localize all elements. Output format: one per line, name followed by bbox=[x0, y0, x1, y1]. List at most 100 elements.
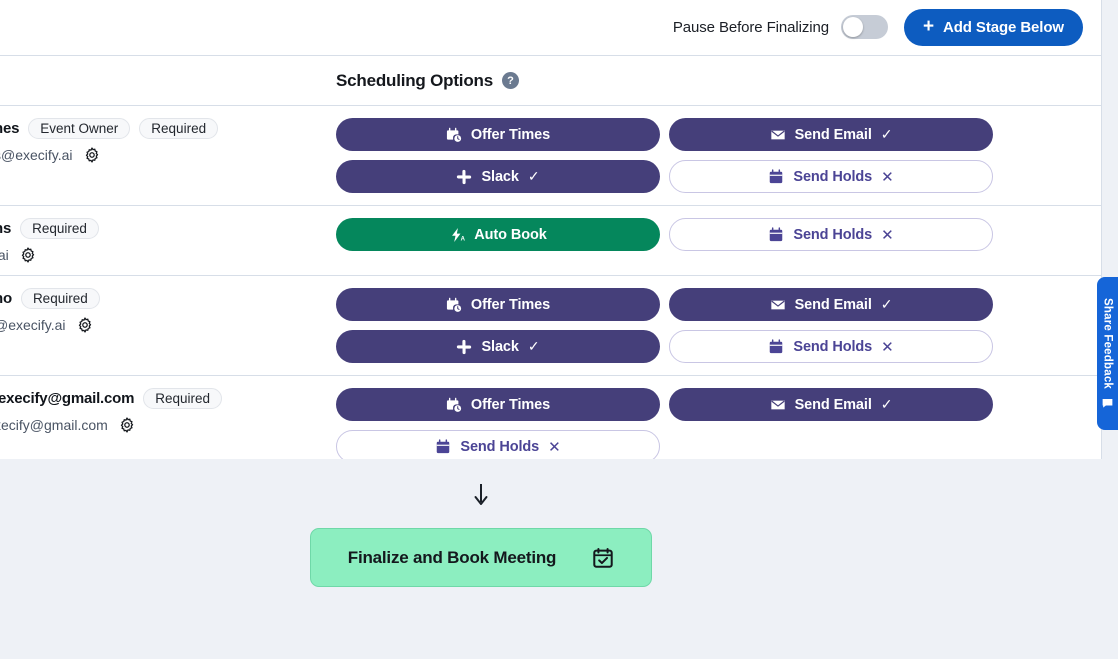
attendee-actions: A Auto Book Send Holds ✕ bbox=[336, 218, 1101, 251]
attendee-actions: Offer Times Slack ✓ Send Email ✓ Send Holds ✕ bbox=[336, 288, 1101, 363]
envelope-icon bbox=[770, 300, 785, 309]
auto-book-bolt-icon: A bbox=[452, 227, 465, 242]
attendee-name: .execify@gmail.com bbox=[0, 390, 135, 407]
attendee-email: .ai bbox=[0, 247, 9, 263]
action-button-auto-book[interactable]: A Auto Book bbox=[336, 218, 660, 251]
action-button-offer-times[interactable]: Offer Times bbox=[336, 388, 660, 421]
calendar-icon bbox=[437, 438, 450, 453]
attendee-row: ns Required .ai A Auto Book Send Holds ✕ bbox=[0, 206, 1101, 276]
actions-column-left: A Auto Book bbox=[336, 218, 660, 251]
attendee-tag: Required bbox=[139, 118, 219, 139]
slack-icon bbox=[457, 169, 472, 184]
scheduling-options-header: Scheduling Options ? bbox=[0, 56, 1101, 106]
calendar-clock-icon bbox=[446, 397, 462, 412]
actions-column-left: Offer Times Send Holds ✕ bbox=[336, 388, 660, 463]
close-icon: ✕ bbox=[548, 438, 561, 456]
attendee-email: @execify.ai bbox=[0, 317, 66, 333]
action-button-send-holds[interactable]: Send Holds ✕ bbox=[669, 330, 993, 363]
attendee-tag: Required bbox=[20, 288, 100, 309]
check-icon: ✓ bbox=[880, 126, 893, 142]
speech-bubble-icon bbox=[1102, 398, 1113, 408]
action-button-label: Offer Times bbox=[470, 126, 551, 143]
attendee-rows: hes Event Owner Required s@execify.ai Offer … bbox=[0, 106, 1101, 476]
attendee-email: s@execify.ai bbox=[0, 147, 73, 163]
action-button-label: Send Holds bbox=[460, 438, 540, 455]
close-icon: ✕ bbox=[881, 168, 894, 186]
down-arrow-icon bbox=[474, 484, 488, 505]
action-button-label: Send Holds bbox=[793, 168, 873, 185]
action-button-send-holds[interactable]: Send Holds ✕ bbox=[669, 218, 993, 251]
close-icon: ✕ bbox=[881, 226, 894, 244]
action-button-send-email[interactable]: Send Email ✓ bbox=[669, 288, 993, 321]
slack-icon bbox=[457, 339, 472, 354]
action-button-slack[interactable]: Slack ✓ bbox=[336, 330, 660, 363]
actions-column-left: Offer Times Slack ✓ bbox=[336, 288, 660, 363]
pause-before-finalizing-toggle[interactable] bbox=[840, 15, 888, 39]
calendar-icon bbox=[770, 226, 783, 241]
envelope-icon bbox=[770, 130, 785, 139]
action-button-slack[interactable]: Slack ✓ bbox=[336, 160, 660, 193]
action-button-send-holds[interactable]: Send Holds ✕ bbox=[669, 160, 993, 193]
action-button-label: Send Holds bbox=[793, 338, 873, 355]
help-icon[interactable]: ? bbox=[501, 72, 519, 89]
finalize-section: Finalize and Book Meeting bbox=[0, 459, 1118, 659]
scheduling-stage-screen: Pause Before Finalizing + Add Stage Belo… bbox=[0, 0, 1118, 659]
attendee-name: hes bbox=[0, 120, 20, 137]
calendar-icon bbox=[770, 168, 783, 183]
action-button-label: Slack bbox=[481, 338, 519, 355]
add-stage-below-label: Add Stage Below bbox=[942, 18, 1064, 36]
action-button-label: Send Email bbox=[794, 396, 872, 413]
calendar-icon bbox=[770, 338, 783, 353]
action-button-send-email[interactable]: Send Email ✓ bbox=[669, 118, 993, 151]
attendee-row: noRequired@execify.aiOffer TimesSlack✓Se… bbox=[0, 276, 1101, 376]
share-feedback-tab[interactable]: Share Feedback bbox=[1097, 277, 1118, 430]
plus-icon: + bbox=[922, 15, 934, 37]
actions-column-left: Offer Times Slack ✓ bbox=[336, 118, 660, 193]
action-button-label: Slack bbox=[481, 168, 519, 185]
action-button-send-email[interactable]: Send Email ✓ bbox=[669, 388, 993, 421]
action-button-offer-times[interactable]: Offer Times bbox=[336, 288, 660, 321]
attendee-info: no Required @execify.ai bbox=[0, 288, 336, 333]
gear-icon[interactable] bbox=[119, 417, 135, 433]
check-icon: ✓ bbox=[527, 338, 540, 354]
check-icon: ✓ bbox=[527, 168, 540, 184]
attendee-actions: Offer Times Send Holds ✕ Send Email ✓ bbox=[336, 388, 1101, 463]
share-feedback-label: Share Feedback bbox=[1101, 298, 1114, 390]
attendee-tag: Required bbox=[20, 218, 99, 239]
attendee-info: .execify@gmail.com Required xecify@gmail.c… bbox=[0, 388, 336, 433]
action-button-label: Auto Book bbox=[474, 226, 547, 243]
finalize-and-book-meeting-button[interactable]: Finalize and Book Meeting bbox=[310, 528, 652, 587]
calendar-clock-icon bbox=[446, 297, 462, 312]
svg-text:A: A bbox=[461, 236, 465, 242]
envelope-icon bbox=[770, 400, 785, 409]
add-stage-below-button[interactable]: + Add Stage Below bbox=[903, 8, 1083, 46]
gear-icon[interactable] bbox=[77, 317, 93, 333]
action-button-label: Send Holds bbox=[793, 226, 873, 243]
attendee-actions: Offer Times Slack ✓ Send Email ✓ Send Holds ✕ bbox=[336, 118, 1101, 193]
attendee-tag: Required bbox=[143, 388, 223, 409]
actions-column-right: Send Email ✓ bbox=[669, 388, 993, 463]
action-button-label: Offer Times bbox=[470, 396, 551, 413]
check-icon: ✓ bbox=[880, 296, 893, 312]
actions-column-right: Send Email ✓ Send Holds ✕ bbox=[669, 288, 993, 363]
finalize-label: Finalize and Book Meeting bbox=[347, 547, 557, 567]
scheduling-options-title: Scheduling Options bbox=[336, 70, 493, 90]
attendee-tag: Event Owner bbox=[28, 118, 131, 139]
actions-column-right: Send Email ✓ Send Holds ✕ bbox=[669, 118, 993, 193]
attendee-info: ns Required .ai bbox=[0, 218, 336, 263]
stage-card: Pause Before Finalizing + Add Stage Belo… bbox=[0, 0, 1102, 477]
gear-icon[interactable] bbox=[20, 247, 36, 263]
gear-icon[interactable] bbox=[84, 147, 100, 163]
action-button-label: Offer Times bbox=[470, 296, 551, 313]
check-icon: ✓ bbox=[880, 396, 893, 412]
pause-before-finalizing-label: Pause Before Finalizing bbox=[672, 18, 829, 36]
action-button-offer-times[interactable]: Offer Times bbox=[336, 118, 660, 151]
calendar-clock-icon bbox=[446, 127, 462, 142]
calendar-check-icon bbox=[593, 547, 613, 568]
action-button-label: Send Email bbox=[794, 126, 872, 143]
attendee-info: hes Event Owner Required s@execify.ai bbox=[0, 118, 336, 163]
close-icon: ✕ bbox=[881, 338, 894, 356]
attendee-email: xecify@gmail.com bbox=[0, 417, 108, 433]
action-button-label: Send Email bbox=[794, 296, 872, 313]
attendee-name: no bbox=[0, 290, 12, 307]
